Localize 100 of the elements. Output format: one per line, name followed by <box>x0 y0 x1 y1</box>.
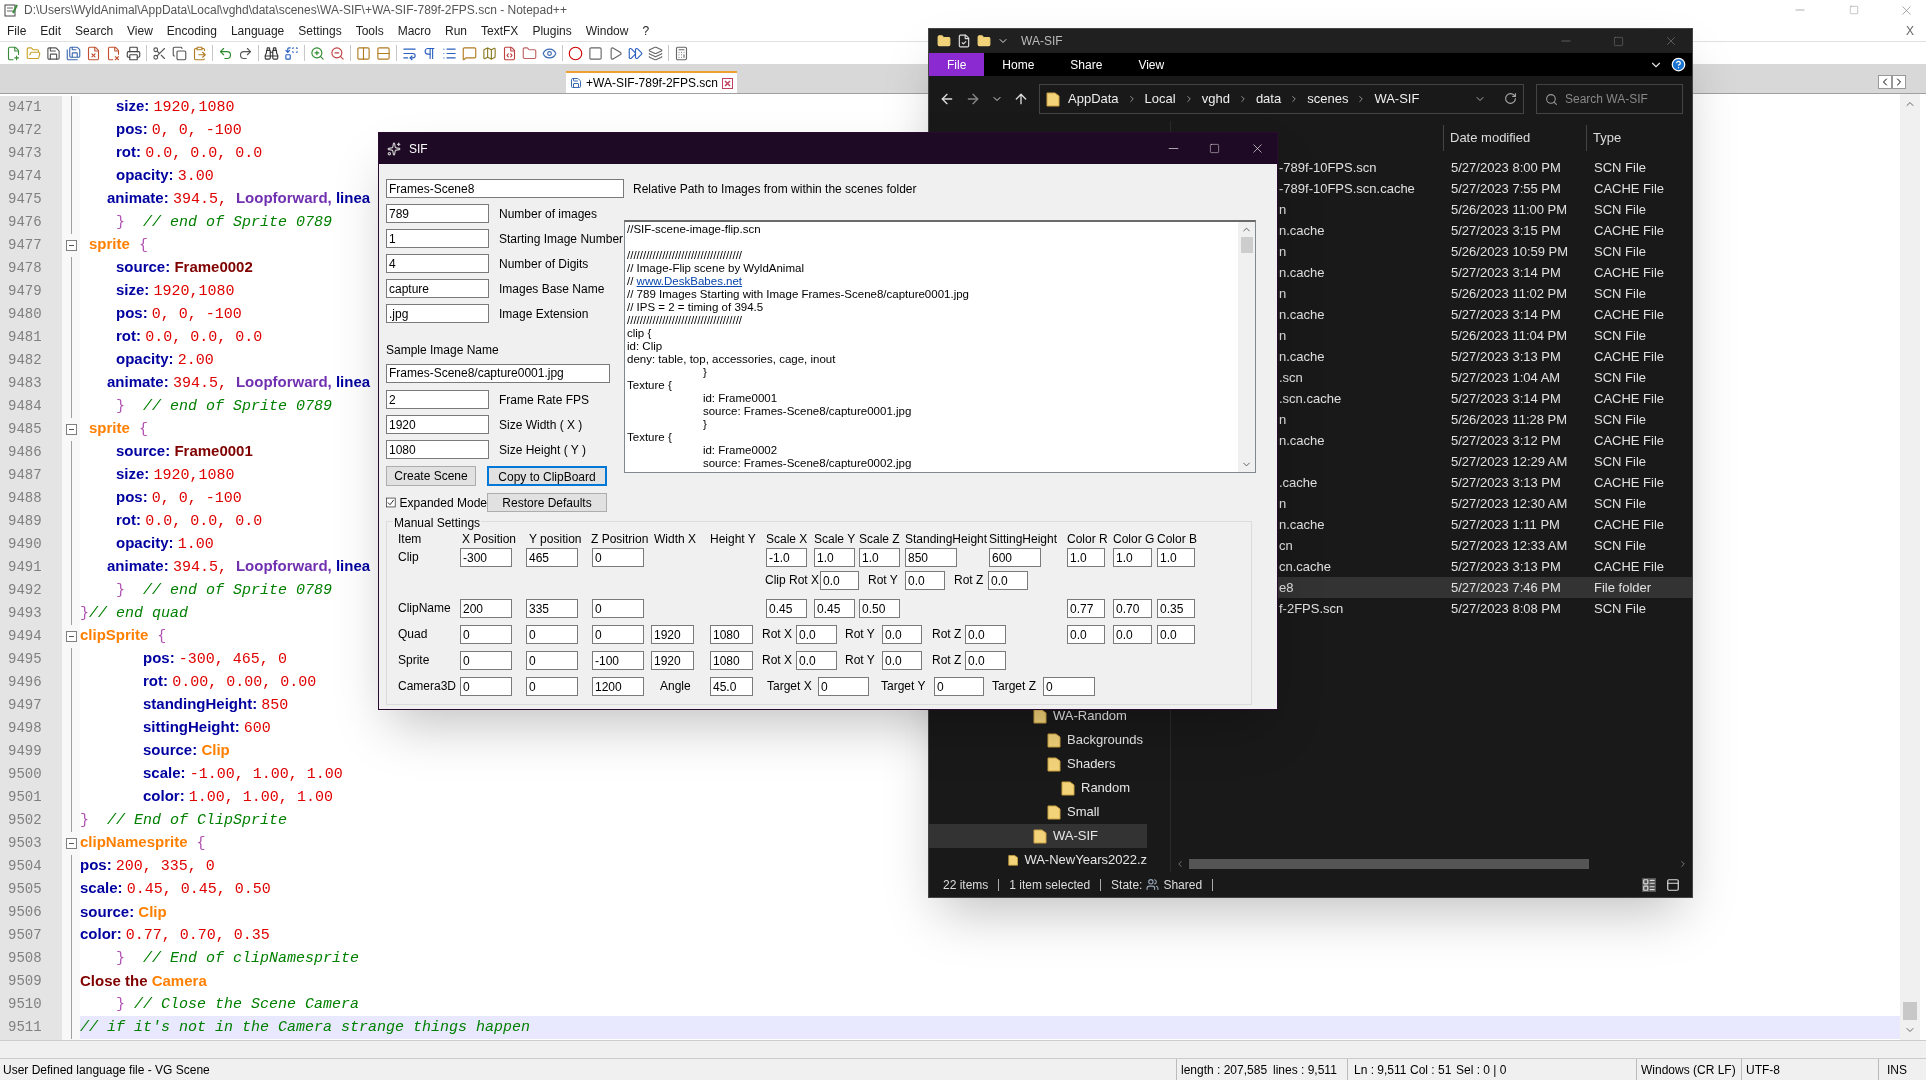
text-field[interactable]: 789 <box>386 204 489 223</box>
map-icon[interactable] <box>482 45 497 61</box>
eye-icon[interactable] <box>542 45 557 61</box>
menu-item[interactable]: Run <box>438 21 475 40</box>
layers-icon[interactable] <box>648 45 663 61</box>
text-field[interactable]: 0.0 <box>1113 625 1152 644</box>
stop-icon[interactable] <box>588 45 603 61</box>
zoom-out-icon[interactable] <box>330 45 345 61</box>
file-cross-icon[interactable] <box>86 45 101 61</box>
breadcrumb-item[interactable]: vghd <box>1201 88 1230 109</box>
text-field[interactable]: 0.45 <box>814 599 855 618</box>
text-field[interactable]: 1920 <box>651 625 694 644</box>
text-field[interactable]: 1.0 <box>814 548 855 567</box>
text-field[interactable]: 1200 <box>592 677 644 696</box>
zoom-in-icon[interactable] <box>310 45 325 61</box>
text-field[interactable]: 1920 <box>386 415 489 434</box>
vertical-scrollbar[interactable] <box>1238 222 1255 472</box>
text-field[interactable]: 0.0 <box>1157 625 1195 644</box>
text-field[interactable]: 1 <box>386 229 489 248</box>
text-field[interactable]: -300 <box>460 548 512 567</box>
checked-file-icon[interactable] <box>957 34 971 48</box>
close-icon[interactable] <box>1250 141 1265 156</box>
text-field[interactable]: Frames-Scene8 <box>386 179 624 198</box>
pilcrow-icon[interactable] <box>422 45 437 61</box>
scroll-left-icon[interactable] <box>1878 75 1892 89</box>
scissors-icon[interactable] <box>152 45 167 61</box>
collapse-icon[interactable] <box>65 240 77 251</box>
column-header[interactable]: Type <box>1587 128 1622 148</box>
text-field[interactable]: 0 <box>818 677 869 696</box>
text-field[interactable]: 1080 <box>710 651 753 670</box>
text-field[interactable]: 0 <box>1043 677 1095 696</box>
menu-item[interactable]: ? <box>635 21 657 40</box>
text-field[interactable]: 0.0 <box>1067 625 1105 644</box>
text-field[interactable]: 0 <box>592 548 644 567</box>
text-field[interactable]: 1.0 <box>1157 548 1195 567</box>
scrollbar-thumb[interactable] <box>1903 1002 1917 1020</box>
text-field[interactable]: 1080 <box>710 625 753 644</box>
floppy-disks-icon[interactable] <box>66 45 81 61</box>
text-field[interactable]: 0 <box>526 625 578 644</box>
refresh-icon[interactable] <box>1504 92 1517 105</box>
text-field[interactable]: 600 <box>989 548 1041 567</box>
text-field[interactable]: 0.0 <box>796 651 837 670</box>
text-field[interactable]: 0.35 <box>1157 599 1195 618</box>
text-field[interactable]: 0 <box>592 625 644 644</box>
text-field[interactable]: capture <box>386 279 489 298</box>
text-field[interactable]: 0 <box>526 677 578 696</box>
address-bar[interactable]: AppData Local vghd data scenes WA-SIF <box>1039 83 1524 114</box>
text-field[interactable]: 0.77 <box>1067 599 1105 618</box>
fast-forward-icon[interactable] <box>628 45 643 61</box>
details-view-icon[interactable] <box>1642 877 1656 892</box>
breadcrumb-item[interactable]: WA-SIF <box>1374 88 1420 109</box>
tree-item[interactable]: Random <box>929 776 1147 800</box>
text-field[interactable]: 0 <box>526 651 578 670</box>
text-field[interactable]: 0 <box>460 625 512 644</box>
calculator-icon[interactable] <box>674 45 689 61</box>
rows-icon[interactable] <box>376 45 391 61</box>
text-field[interactable]: 0 <box>592 599 644 618</box>
menu-item[interactable]: TextFX <box>474 21 526 40</box>
tree-item[interactable]: Shaders <box>929 752 1147 776</box>
text-field[interactable]: 0.50 <box>859 599 900 618</box>
menu-item[interactable]: Language <box>223 21 292 40</box>
tree-item[interactable]: Backgrounds <box>929 728 1147 752</box>
restore-defaults-button[interactable]: Restore Defaults <box>487 493 607 512</box>
tiles-view-icon[interactable] <box>1666 877 1680 892</box>
close-icon[interactable] <box>721 77 733 89</box>
copy-icon[interactable] <box>172 45 187 61</box>
text-field[interactable]: 335 <box>526 599 578 618</box>
text-field[interactable]: 1080 <box>386 440 489 459</box>
text-field[interactable]: .jpg <box>386 304 489 323</box>
collapse-icon[interactable] <box>65 631 77 642</box>
ribbon-tab[interactable]: View <box>1120 53 1183 76</box>
record-icon[interactable] <box>568 45 583 61</box>
text-field[interactable]: 0.0 <box>905 571 945 590</box>
collapse-icon[interactable] <box>65 424 77 435</box>
new-file-icon[interactable] <box>6 45 21 61</box>
speech-bubble-icon[interactable] <box>462 45 477 61</box>
menu-item[interactable]: Macro <box>390 21 438 40</box>
help-icon[interactable] <box>1671 57 1686 72</box>
tree-item[interactable]: Small <box>929 800 1147 824</box>
tree-item[interactable]: WA-SIF <box>929 824 1147 848</box>
text-field[interactable]: -1.0 <box>766 548 807 567</box>
vertical-scrollbar[interactable] <box>1900 94 1920 1040</box>
menu-item[interactable]: Window <box>578 21 636 40</box>
printer-icon[interactable] <box>126 45 141 61</box>
text-field[interactable]: Frames-Scene8/capture0001.jpg <box>386 363 610 383</box>
menu-item[interactable]: Plugins <box>525 21 579 40</box>
clipboard-icon[interactable] <box>192 45 207 61</box>
breadcrumb-item[interactable]: data <box>1255 88 1282 109</box>
breadcrumb-item[interactable]: AppData <box>1068 88 1119 109</box>
text-field[interactable]: 1920 <box>651 651 694 670</box>
scroll-right-icon[interactable] <box>1678 859 1688 869</box>
text-field[interactable]: 850 <box>905 548 957 567</box>
replace-icon[interactable] <box>284 45 299 61</box>
redo-icon[interactable] <box>238 45 253 61</box>
text-field[interactable]: 0.0 <box>820 571 859 590</box>
link[interactable]: www.DeskBabes.net <box>636 275 743 287</box>
menu-item[interactable]: Tools <box>348 21 391 40</box>
files-cross-icon[interactable] <box>106 45 121 61</box>
text-field[interactable]: 0.0 <box>882 651 922 670</box>
ribbon-tab[interactable]: Share <box>1052 53 1121 76</box>
